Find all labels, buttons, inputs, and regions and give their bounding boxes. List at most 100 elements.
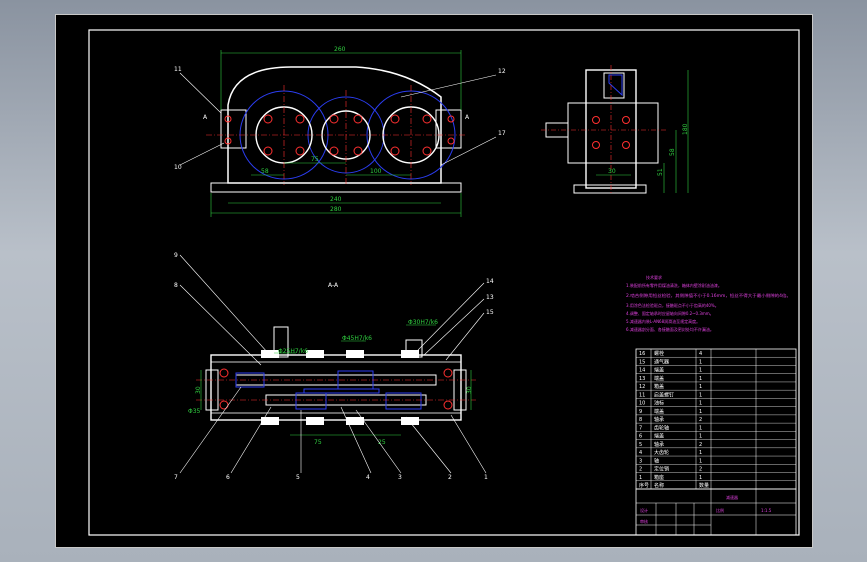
dim-side-51: 51 [657, 168, 664, 176]
table-cell: 16 [639, 351, 645, 357]
table-cell: 2 [699, 442, 702, 448]
table-cell: 1 [699, 384, 702, 390]
table-cell: 15 [639, 359, 645, 365]
table-cell: 1 [699, 376, 702, 382]
dim-front-overall-top: 260 [334, 46, 346, 53]
table-cell: 油标 [654, 400, 664, 407]
table-cell: 1 [699, 409, 702, 415]
table-cell: 定位销 [654, 466, 669, 473]
table-cell: 轴承 [654, 441, 664, 448]
dim-front-center-1: 58 [261, 168, 269, 175]
table-cell: 12 [639, 384, 645, 390]
callout-17: 17 [498, 130, 506, 137]
tech-req-line-3: 3.用涂色法检验斑点，接触斑点不小于齿高的40%。 [626, 302, 719, 308]
callout-2: 2 [448, 474, 452, 481]
table-cell: 1 [699, 401, 702, 407]
title-checker-label: 审核 [640, 518, 648, 524]
parts-table-rows: 16 螺栓 415 通气器 114 端盖 113 端盖 112 箱盖 111 启盖螺钉 110 油标 19 端… [636, 350, 796, 489]
side-view: 180 58 51 30 [541, 65, 689, 195]
tech-req-line-4: 4.调整、固定轴承时应留轴向间隙0.2~0.3mm。 [626, 310, 714, 316]
callout-15: 15 [486, 309, 494, 316]
table-cell: 4 [699, 351, 702, 357]
callout-9: 9 [174, 252, 178, 259]
tech-req-line-2: 2.啮合侧隙用铅丝检验，其侧隙值不小于0.16mm，铅丝不得大于最小侧隙的4倍。 [626, 292, 791, 298]
table-cell: 1 [639, 475, 642, 481]
table-cell: 1 [699, 392, 702, 398]
section-view: A-A Φ25H7/k6 Φ45H7/k6 Φ30H7/k6 75 25 30 … [174, 252, 494, 481]
table-cell: 2 [699, 417, 702, 423]
table-cell: 1 [699, 475, 702, 481]
dim-section-bore-1: Φ25H7/k6 [278, 348, 308, 355]
cad-drawing: 260 240 280 58 75 100 A A 11 10 12 17 18… [88, 29, 800, 536]
dim-side-58: 58 [669, 148, 676, 156]
table-cell: 4 [639, 450, 642, 456]
callout-4: 4 [366, 474, 370, 481]
callout-6: 6 [226, 474, 230, 481]
table-cell: 端盖 [654, 367, 664, 374]
table-cell: 齿轮轴 [654, 424, 669, 431]
title-block: 减速器 比例 1:1.5 设计 审核 [635, 488, 797, 536]
table-cell: 11 [639, 392, 645, 398]
dim-side-30: 30 [608, 168, 616, 175]
table-cell: 8 [639, 417, 642, 423]
table-cell: 1 [699, 359, 702, 365]
callout-13: 13 [486, 294, 494, 301]
dim-section-h-left: 30 [195, 386, 202, 394]
table-header-cell: 数量 [699, 482, 709, 489]
parts-table: 16 螺栓 415 通气器 114 端盖 113 端盖 112 箱盖 111 启盖螺钉 110 油标 19 端… [635, 348, 797, 490]
table-cell: 箱盖 [654, 383, 664, 390]
callout-14: 14 [486, 278, 494, 285]
table-header-cell: 序号 [639, 482, 649, 489]
table-cell: 大齿轮 [654, 449, 669, 456]
table-cell: 6 [639, 434, 642, 440]
table-cell: 2 [699, 467, 702, 473]
title-designer-label: 设计 [640, 507, 648, 513]
front-view: 260 240 280 58 75 100 A A 11 10 12 17 [174, 46, 506, 217]
callout-7: 7 [174, 474, 178, 481]
table-cell: 10 [639, 401, 645, 407]
table-cell: 13 [639, 376, 645, 382]
callout-10: 10 [174, 164, 182, 171]
dim-front-center-2: 75 [311, 156, 319, 163]
drawing-sheet: 260 240 280 58 75 100 A A 11 10 12 17 18… [55, 14, 813, 548]
dim-section-bore-3: Φ30H7/k6 [408, 319, 438, 326]
section-mark-right: A [465, 114, 470, 121]
table-cell: 螺栓 [654, 350, 664, 357]
callout-3: 3 [398, 474, 402, 481]
table-cell: 5 [639, 442, 642, 448]
table-cell: 端盖 [654, 433, 664, 440]
table-cell: 2 [639, 467, 642, 473]
table-cell: 1 [699, 434, 702, 440]
dim-front-bottom-2: 280 [330, 206, 342, 213]
table-cell: 轴 [654, 457, 659, 464]
table-cell: 启盖螺钉 [654, 391, 674, 398]
dim-side-180: 180 [682, 123, 689, 135]
callout-12: 12 [498, 68, 506, 75]
dim-section-d-left: Φ35 [188, 408, 201, 415]
table-header-cell: 名称 [654, 482, 664, 489]
dim-front-bottom-1: 240 [330, 196, 342, 203]
dim-section-bore-2: Φ45H7/k6 [342, 335, 372, 342]
table-cell: 3 [639, 458, 642, 464]
tech-req-title: 技术要求 [646, 274, 662, 280]
title-sheet-label: 1:1.5 [761, 508, 772, 513]
tech-req-line-1: 1.装配前所有零件用煤油清洗，箱体内壁涂耐油油漆。 [626, 282, 722, 288]
callout-11: 11 [174, 66, 182, 73]
title-scale-label: 比例 [716, 507, 724, 513]
dim-section-len-1: 75 [314, 439, 322, 446]
tech-req-line-6: 6.减速器剖分面、各接触面及密封处均不许漏油。 [626, 326, 714, 332]
table-cell: 1 [699, 425, 702, 431]
table-cell: 端盖 [654, 375, 664, 382]
table-cell: 1 [699, 368, 702, 374]
dim-section-h-right: 30 [466, 386, 473, 394]
table-cell: 14 [639, 368, 645, 374]
section-mark-left: A [203, 114, 208, 121]
table-cell: 9 [639, 409, 642, 415]
table-cell: 7 [639, 425, 642, 431]
table-cell: 通气器 [654, 358, 669, 365]
view-title: A-A [328, 282, 339, 289]
callout-5: 5 [296, 474, 300, 481]
dim-front-center-3: 100 [370, 168, 382, 175]
tech-requirements: 技术要求 1.装配前所有零件用煤油清洗，箱体内壁涂耐油油漆。 2.啮合侧隙用铅丝… [626, 274, 791, 332]
table-cell: 轴承 [654, 416, 664, 423]
